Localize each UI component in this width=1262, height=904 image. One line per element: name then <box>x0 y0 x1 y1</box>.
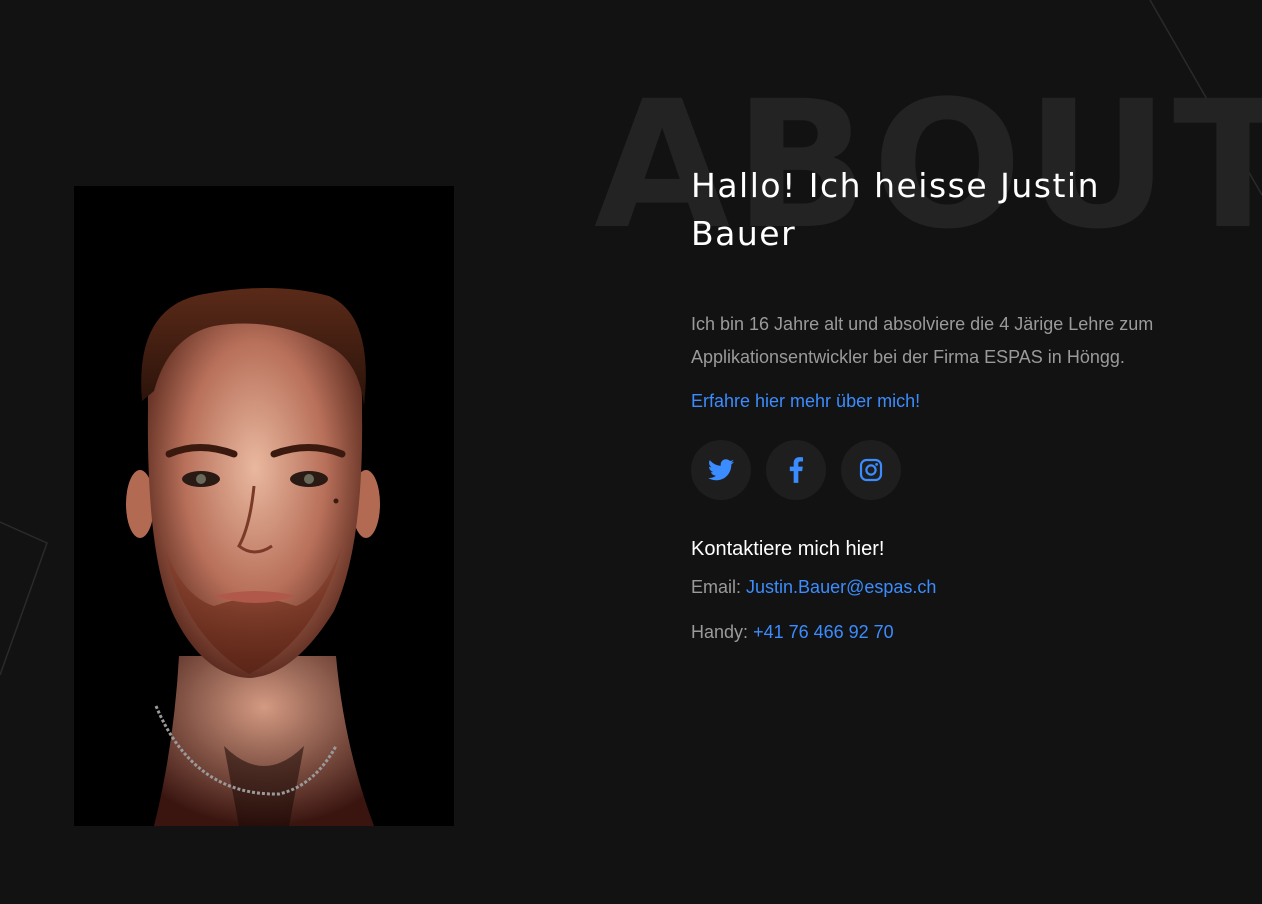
page-title: Hallo! Ich heisse Justin Bauer <box>691 166 1100 253</box>
email-link[interactable]: Justin.Bauer@espas.ch <box>746 577 936 597</box>
phone-label: Handy: <box>691 622 749 642</box>
profile-photo <box>74 186 454 826</box>
social-links <box>691 440 1191 500</box>
bio-text: Ich bin 16 Jahre alt und absolviere die … <box>691 314 1154 367</box>
twitter-button[interactable] <box>691 440 751 500</box>
portrait-image <box>74 186 454 826</box>
twitter-icon <box>708 459 734 481</box>
instagram-icon <box>859 458 883 482</box>
facebook-icon <box>789 457 803 483</box>
facebook-button[interactable] <box>766 440 826 500</box>
phone-link[interactable]: +41 76 466 92 70 <box>753 622 894 642</box>
contact-heading: Kontaktiere mich hier! <box>691 538 885 560</box>
phone-row: Handy: +41 76 466 92 70 <box>691 622 1191 643</box>
email-label: Email: <box>691 577 742 597</box>
email-row: Email: Justin.Bauer@espas.ch <box>691 577 1191 598</box>
learn-more-link[interactable]: Erfahre hier mehr über mich! <box>691 391 920 412</box>
about-section: ABOUT Hallo! Ich heisse Justin Bauer Ich… <box>0 0 1262 904</box>
instagram-button[interactable] <box>841 440 901 500</box>
about-content: Hallo! Ich heisse Justin Bauer Ich bin 1… <box>691 162 1191 643</box>
